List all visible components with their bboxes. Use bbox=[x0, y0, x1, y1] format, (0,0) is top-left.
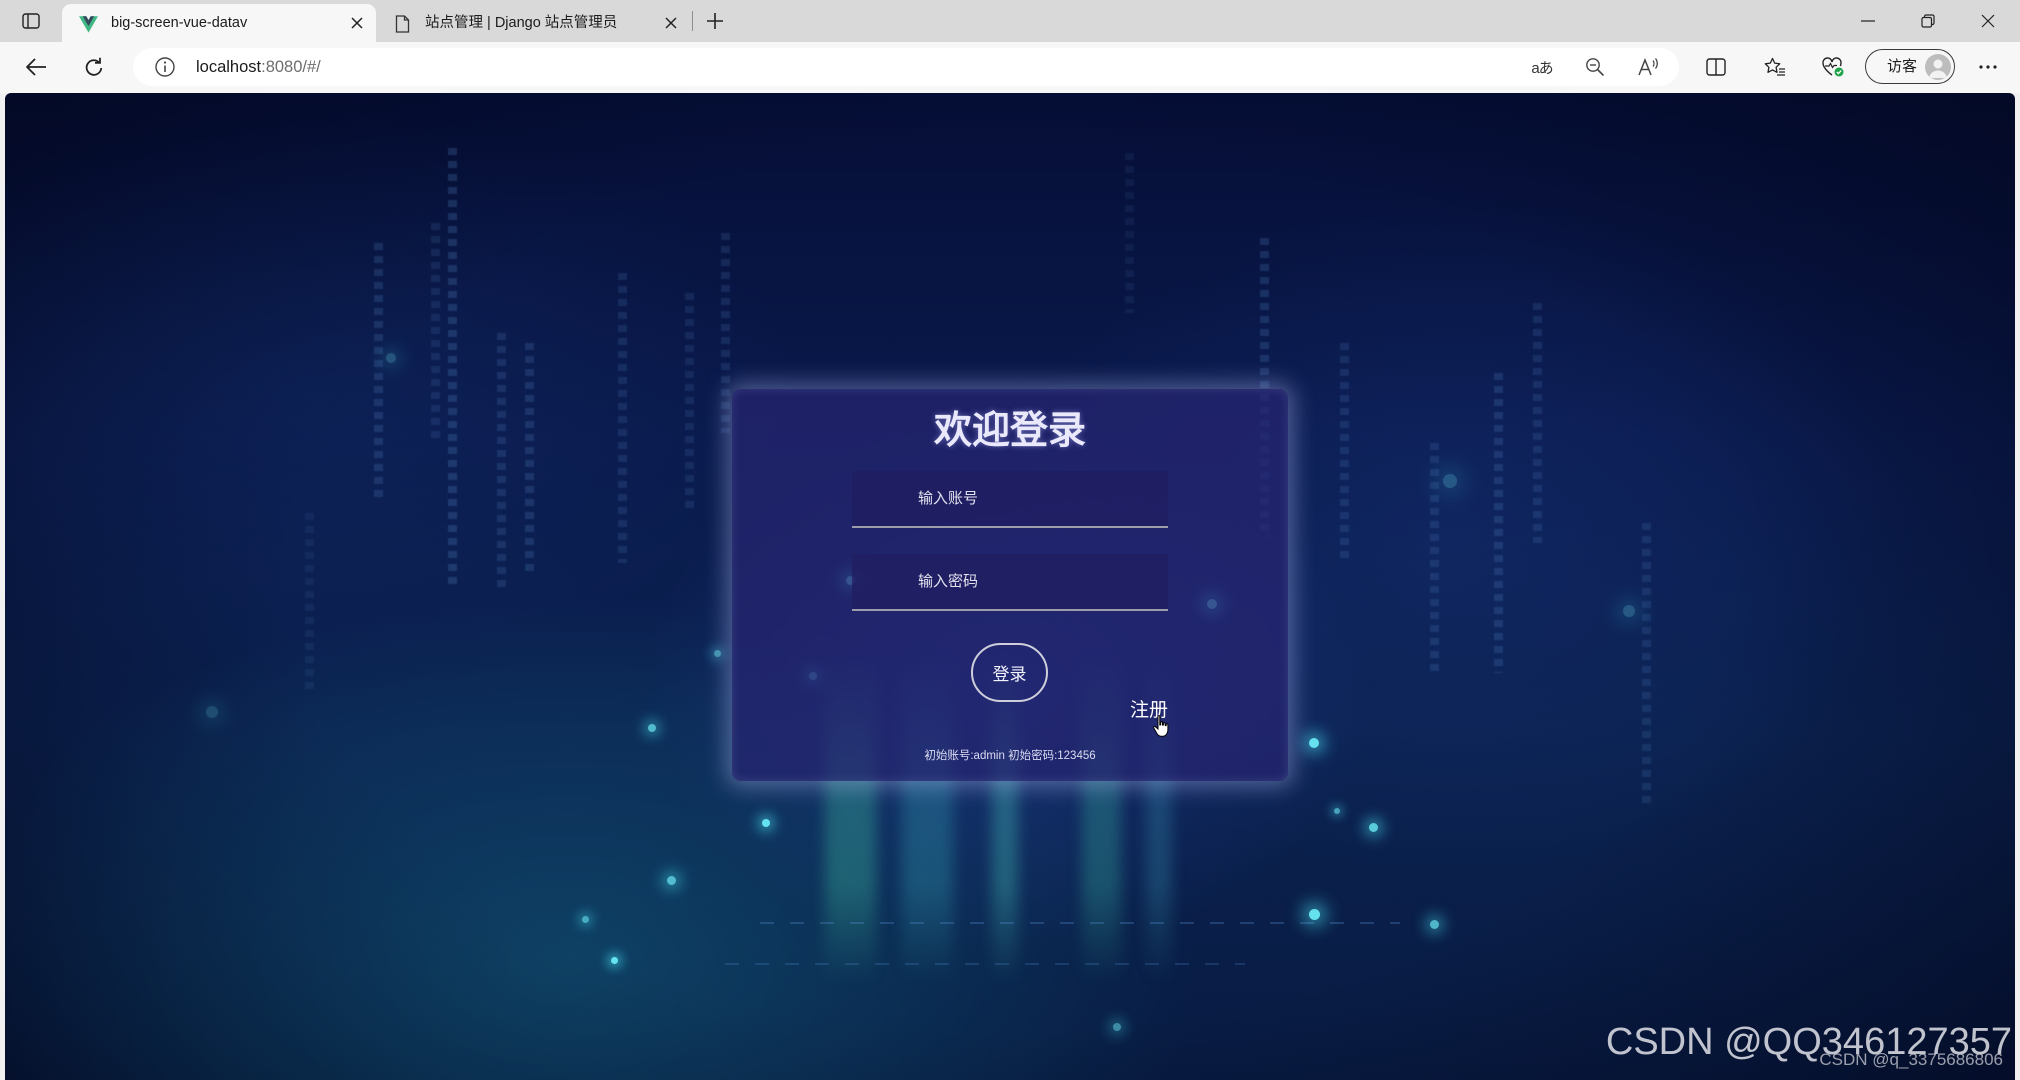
glow-particle bbox=[648, 724, 656, 732]
minimize-icon bbox=[1861, 20, 1875, 22]
tab-separator bbox=[692, 11, 693, 31]
profile-label: 访客 bbox=[1887, 58, 1918, 75]
binary-rain-streak bbox=[1430, 443, 1439, 673]
glow-particle bbox=[1369, 823, 1378, 832]
favorites-icon bbox=[1764, 57, 1786, 77]
restore-icon bbox=[1921, 14, 1935, 28]
username-field bbox=[852, 471, 1168, 528]
avatar-icon bbox=[1925, 54, 1951, 80]
csdn-watermark-small: CSDN @q_3375686806 bbox=[1819, 1050, 2003, 1069]
close-window-button[interactable] bbox=[1970, 6, 2006, 36]
binary-rain-streak bbox=[448, 148, 457, 588]
more-button[interactable] bbox=[1972, 51, 2004, 83]
url-host: localhost bbox=[196, 58, 262, 76]
zoom-out-icon[interactable] bbox=[1580, 52, 1610, 82]
binary-rain-streak bbox=[618, 273, 627, 563]
login-page-background: 欢迎登录 登录 注册 初始账号:admin 初始密码:123456 bbox=[5, 93, 2015, 1080]
page-icon bbox=[392, 15, 412, 33]
glow-particle bbox=[1309, 738, 1319, 748]
read-aloud-icon[interactable] bbox=[1633, 52, 1663, 82]
circuit-line bbox=[760, 922, 1400, 924]
back-arrow-icon bbox=[25, 57, 47, 77]
refresh-button[interactable] bbox=[78, 51, 110, 83]
close-icon[interactable] bbox=[661, 13, 681, 33]
browser-essentials-button[interactable] bbox=[1817, 51, 1849, 83]
glow-particle bbox=[611, 957, 618, 964]
login-title: 欢迎登录 bbox=[933, 410, 1086, 452]
glow-particle bbox=[1113, 1023, 1121, 1031]
address-bar[interactable]: localhost:8080/#/ aあ bbox=[133, 48, 1679, 86]
minimize-button[interactable] bbox=[1850, 6, 1886, 36]
close-icon[interactable] bbox=[347, 13, 367, 33]
login-button[interactable]: 登录 bbox=[971, 643, 1048, 702]
tab-title: 站点管理 | Django 站点管理员 bbox=[425, 15, 618, 31]
binary-rain-streak bbox=[374, 243, 383, 503]
tab-actions-button[interactable] bbox=[18, 8, 44, 34]
close-icon bbox=[1981, 14, 1995, 28]
password-field bbox=[852, 554, 1168, 611]
tab-strip: big-screen-vue-datav 站点管理 | Django 站点管理员 bbox=[0, 0, 2020, 42]
glow-particle bbox=[667, 876, 676, 885]
tab-django-admin[interactable]: 站点管理 | Django 站点管理员 bbox=[376, 4, 690, 42]
browser-toolbar: localhost:8080/#/ aあ 访客 bbox=[0, 42, 2020, 93]
glow-particle bbox=[386, 353, 396, 363]
translate-icon[interactable]: aあ bbox=[1527, 52, 1557, 82]
new-tab-button[interactable] bbox=[702, 8, 728, 34]
binary-rain-streak bbox=[431, 223, 440, 443]
glow-particle bbox=[1443, 474, 1457, 488]
binary-rain-streak bbox=[1494, 373, 1503, 673]
tab-title: big-screen-vue-datav bbox=[111, 15, 248, 31]
login-card: 欢迎登录 登录 注册 初始账号:admin 初始密码:123456 bbox=[732, 389, 1288, 781]
binary-rain-streak bbox=[497, 333, 506, 593]
tab-big-screen-vue-datav[interactable]: big-screen-vue-datav bbox=[62, 4, 376, 42]
password-input[interactable] bbox=[852, 554, 1168, 609]
browser-essentials-icon bbox=[1821, 56, 1845, 78]
glow-particle bbox=[206, 706, 218, 718]
url-path: :8080/#/ bbox=[261, 58, 321, 76]
profile-button[interactable]: 访客 bbox=[1865, 49, 1955, 84]
info-icon[interactable] bbox=[154, 56, 176, 83]
tab-actions-icon bbox=[22, 13, 40, 29]
glow-particle bbox=[1623, 605, 1635, 617]
split-screen-button[interactable] bbox=[1700, 51, 1732, 83]
glow-particle bbox=[582, 916, 589, 923]
binary-rain-streak bbox=[1642, 523, 1651, 803]
vue-logo-icon bbox=[78, 15, 98, 33]
restore-button[interactable] bbox=[1910, 6, 1946, 36]
favorites-button[interactable] bbox=[1759, 51, 1791, 83]
glow-particle bbox=[1334, 808, 1340, 814]
binary-rain-streak bbox=[721, 233, 730, 433]
username-input[interactable] bbox=[852, 471, 1168, 526]
glow-particle bbox=[1430, 920, 1439, 929]
glow-particle bbox=[1309, 909, 1320, 920]
binary-rain-streak bbox=[305, 513, 314, 693]
split-screen-icon bbox=[1706, 58, 1726, 76]
back-button[interactable] bbox=[20, 51, 52, 83]
url-text[interactable]: localhost:8080/#/ bbox=[196, 48, 321, 86]
binary-rain-streak bbox=[1533, 303, 1542, 543]
circuit-line bbox=[725, 963, 1245, 965]
refresh-icon bbox=[83, 56, 105, 78]
more-icon bbox=[1979, 65, 1997, 69]
glow-particle bbox=[762, 819, 770, 827]
binary-rain-streak bbox=[1340, 343, 1349, 563]
binary-rain-streak bbox=[525, 343, 534, 573]
binary-rain-streak bbox=[685, 293, 694, 513]
plus-icon bbox=[706, 12, 724, 30]
initial-credentials-hint: 初始账号:admin 初始密码:123456 bbox=[924, 750, 1096, 762]
glow-particle bbox=[714, 650, 721, 657]
cursor-hand-icon bbox=[1152, 714, 1172, 743]
binary-rain-streak bbox=[1125, 153, 1134, 313]
